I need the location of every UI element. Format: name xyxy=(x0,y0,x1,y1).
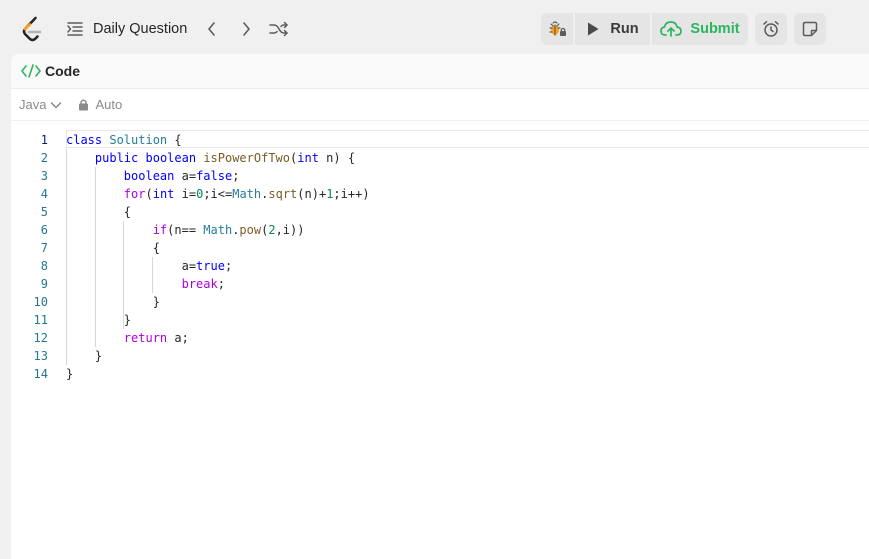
line-number: 6 xyxy=(40,223,48,237)
lock-icon xyxy=(79,99,89,111)
code-text: break; xyxy=(181,277,225,291)
line-number: 12 xyxy=(33,331,48,345)
code-text: a=true; xyxy=(66,259,233,273)
code-text: public boolean isPowerOfTwo(int n) { xyxy=(94,151,356,165)
code-text: for(int i=0;i<=Math.sqrt(n)+1;i++) xyxy=(123,187,370,201)
alarm-clock-icon xyxy=(763,21,779,37)
auto-mode[interactable]: Auto xyxy=(78,97,122,112)
next-problem-button[interactable] xyxy=(235,18,257,40)
code-line[interactable]: 11 } xyxy=(11,311,869,329)
run-label: Run xyxy=(610,21,639,37)
play-icon xyxy=(588,22,599,36)
language-label: Java xyxy=(19,97,47,112)
code-panel: Code Java Auto 1 class Solution { 2 public… xyxy=(11,54,869,559)
code-line[interactable]: 7 { xyxy=(11,239,869,257)
code-text: } xyxy=(66,295,160,309)
line-number: 3 xyxy=(40,169,48,183)
toolbar-right xyxy=(755,13,826,45)
code-line[interactable]: 5 { xyxy=(11,203,869,221)
problem-list-button[interactable]: Daily Question xyxy=(66,21,187,37)
run-submit-group: Run Submit xyxy=(541,13,748,45)
bug-lock-icon xyxy=(549,21,566,36)
line-number: 1 xyxy=(40,133,48,147)
code-line[interactable]: 14} xyxy=(11,365,869,383)
shuffle-icon xyxy=(269,21,289,37)
code-text: } xyxy=(66,313,132,327)
code-text: } xyxy=(66,367,74,381)
problem-navigation: Daily Question xyxy=(66,14,290,44)
code-text: } xyxy=(66,349,103,363)
code-text: { xyxy=(66,205,132,219)
line-number: 2 xyxy=(40,151,48,165)
code-text: return a; xyxy=(123,331,189,345)
line-number: 5 xyxy=(40,205,48,219)
code-line[interactable]: 10 } xyxy=(11,293,869,311)
code-line[interactable]: 12 return a; xyxy=(11,329,869,347)
code-line[interactable]: 9 break; xyxy=(11,275,869,293)
line-number: 11 xyxy=(33,313,48,327)
auto-mode-label: Auto xyxy=(95,97,123,112)
chevron-left-icon xyxy=(208,22,216,36)
code-line[interactable]: 3 boolean a=false; xyxy=(11,167,869,185)
run-button[interactable]: Run xyxy=(575,13,650,45)
code-line[interactable]: 13 } xyxy=(11,347,869,365)
line-number: 10 xyxy=(33,295,48,309)
line-number: 13 xyxy=(33,349,48,363)
editor-toolbar: Java Auto xyxy=(11,89,869,121)
code-line[interactable]: 1 class Solution { xyxy=(11,131,869,149)
code-editor[interactable]: 1 class Solution { 2 public boolean isPowe… xyxy=(11,121,869,541)
submit-label: Submit xyxy=(690,21,740,37)
problem-list-label: Daily Question xyxy=(93,21,188,37)
list-indent-icon xyxy=(67,22,83,36)
code-text: boolean a=false; xyxy=(123,169,240,183)
random-problem-button[interactable] xyxy=(268,18,290,40)
note-icon xyxy=(802,21,818,37)
top-navigation-bar: Daily Question Run Submit xyxy=(0,4,869,54)
code-text: class Solution { xyxy=(66,133,182,147)
timer-button[interactable] xyxy=(755,13,787,45)
code-text: { xyxy=(66,241,160,255)
chevron-right-icon xyxy=(243,22,251,36)
line-number: 14 xyxy=(33,367,48,381)
line-number: 4 xyxy=(40,187,48,201)
line-number: 9 xyxy=(40,277,48,291)
code-line[interactable]: 8 a=true; xyxy=(11,257,869,275)
code-tab-title[interactable]: Code xyxy=(45,63,80,79)
line-number: 8 xyxy=(40,259,48,273)
previous-problem-button[interactable] xyxy=(201,18,223,40)
cloud-upload-icon xyxy=(660,21,683,37)
debug-button[interactable] xyxy=(541,13,573,45)
code-line[interactable]: 2 public boolean isPowerOfTwo(int n) { xyxy=(11,149,869,167)
notes-button[interactable] xyxy=(794,13,826,45)
code-brackets-icon xyxy=(21,64,41,78)
chevron-down-icon xyxy=(51,101,62,108)
leetcode-logo[interactable] xyxy=(20,16,44,44)
code-text: if(n== Math.pow(2,i)) xyxy=(152,223,305,237)
code-panel-header: Code xyxy=(11,54,869,89)
submit-button[interactable]: Submit xyxy=(652,13,748,45)
code-line[interactable]: 4 for(int i=0;i<=Math.sqrt(n)+1;i++) xyxy=(11,185,869,203)
line-number: 7 xyxy=(40,241,48,255)
code-line[interactable]: 6 if(n== Math.pow(2,i)) xyxy=(11,221,869,239)
language-select[interactable]: Java xyxy=(19,97,62,112)
